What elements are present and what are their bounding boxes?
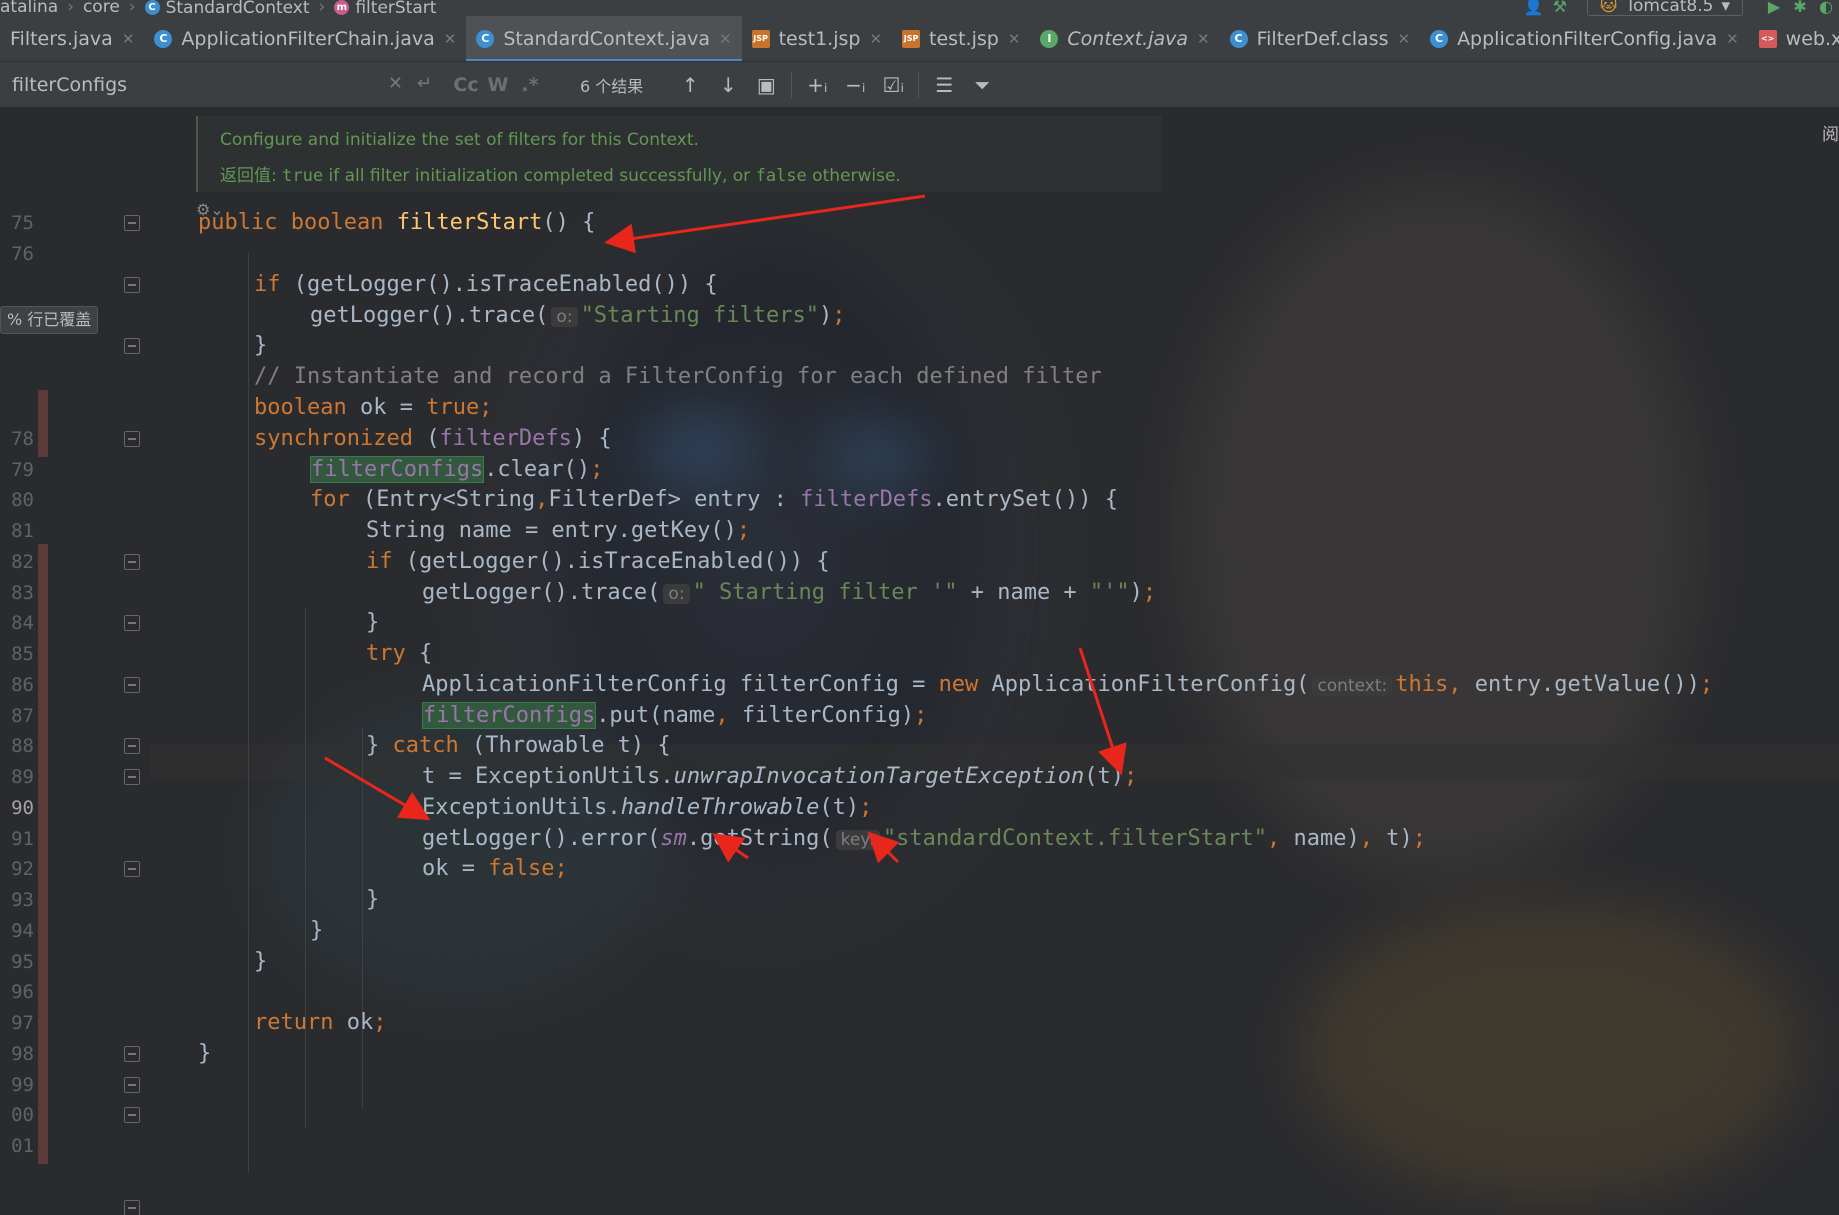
annotation-arrow-filterconfig: [867, 831, 900, 864]
annotation-arrow-constructor: [1078, 647, 1127, 776]
annotation-arrow-name: [712, 833, 749, 863]
annotation-arrow-filterconfigs: [324, 756, 431, 821]
annotation-arrow-method: [604, 194, 926, 254]
annotation-arrows: [324, 194, 1127, 864]
